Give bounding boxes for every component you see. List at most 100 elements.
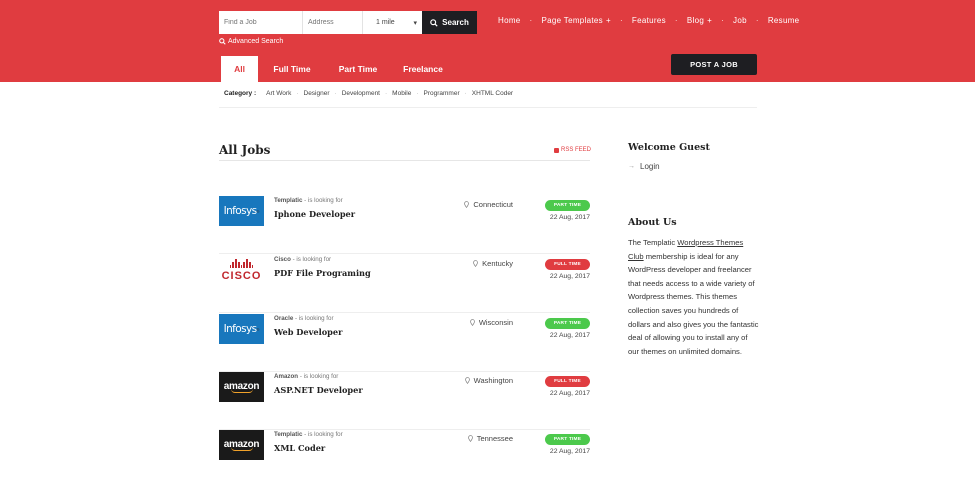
post-a-job-button[interactable]: POST A JOB <box>671 54 757 75</box>
search-icon <box>430 18 438 27</box>
site-header: 1 mile ▾ Search Advanced Search Home · P… <box>0 0 975 82</box>
radius-select[interactable]: 1 mile ▾ <box>363 11 422 34</box>
job-title-link[interactable]: Web Developer <box>274 327 342 337</box>
nav-features[interactable]: Features <box>632 16 666 25</box>
nav-separator: · <box>721 16 725 25</box>
registered-mark: ® <box>256 326 260 332</box>
map-pin-icon <box>470 319 475 326</box>
category-art-work[interactable]: Art Work <box>266 90 291 97</box>
company-logo[interactable]: amazon <box>219 372 264 402</box>
arrow-right-icon: → <box>628 163 635 170</box>
divider <box>219 160 590 161</box>
about-us-text: The Templatic Wordpress Themes Club memb… <box>628 236 760 358</box>
rss-feed-label: RSS FEED <box>561 147 592 153</box>
login-link[interactable]: → Login <box>628 162 660 171</box>
advanced-search-label: Advanced Search <box>228 38 284 45</box>
posted-date: 22 Aug, 2017 <box>549 390 590 397</box>
login-label: Login <box>640 162 660 171</box>
nav-blog[interactable]: Blog + <box>687 16 712 25</box>
tab-part-time[interactable]: Part Time <box>326 56 390 82</box>
search-button[interactable]: Search <box>422 11 477 34</box>
job-listing: amazon Templatic - is looking for XML Co… <box>219 430 590 486</box>
welcome-heading: Welcome Guest <box>628 142 710 153</box>
company-name: Cisco <box>274 256 291 263</box>
location-text: Wisconsin <box>478 318 513 327</box>
about-us-heading: About Us <box>628 217 677 228</box>
nav-home[interactable]: Home <box>498 16 521 25</box>
category-separator: · <box>296 90 299 97</box>
search-icon <box>219 38 226 45</box>
company-logo[interactable]: Infosys ® <box>219 196 264 226</box>
cisco-bars-icon <box>229 258 254 268</box>
job-title-link[interactable]: XML Coder <box>274 443 325 453</box>
company-logo[interactable]: Infosys ® <box>219 314 264 344</box>
job-listing: Infosys ® Oracle - is looking for Web Dev… <box>219 314 590 372</box>
map-pin-icon <box>473 260 478 267</box>
about-text-body: membership is ideal for any WordPress de… <box>628 251 759 356</box>
company-name: Oracle <box>274 315 294 322</box>
nav-separator: · <box>619 16 623 25</box>
company-line: Templatic - is looking for <box>274 431 343 438</box>
radius-select-value: 1 mile <box>376 19 395 26</box>
job-title-link[interactable]: Iphone Developer <box>274 209 355 219</box>
nav-separator: · <box>529 16 533 25</box>
nav-separator: · <box>755 16 759 25</box>
job-type-badge: FULL TIME <box>545 259 590 270</box>
category-label: Category : <box>224 90 257 97</box>
map-pin-icon <box>464 201 470 208</box>
chevron-down-icon: ▾ <box>413 19 417 27</box>
nav-job[interactable]: Job <box>733 16 747 25</box>
job-type-badge: PART TIME <box>545 318 590 329</box>
job-listing: Infosys ® Templatic - is looking for Ipho… <box>219 196 590 254</box>
category-designer[interactable]: Designer <box>304 90 330 97</box>
category-separator: · <box>416 90 419 97</box>
amazon-smile-icon <box>230 389 253 393</box>
company-line: Amazon - is looking for <box>274 373 338 380</box>
category-filter-bar: Category : Art Work · Designer · Develop… <box>224 90 513 97</box>
category-separator: · <box>464 90 467 97</box>
tab-full-time[interactable]: Full Time <box>258 56 326 82</box>
category-programmer[interactable]: Programmer <box>424 90 460 97</box>
job-listing: CISCO Cisco - is looking for PDF File Pr… <box>219 255 590 313</box>
category-xhtml-coder[interactable]: XHTML Coder <box>472 90 513 97</box>
logo-wordmark: Infosys <box>223 205 257 217</box>
posted-date: 22 Aug, 2017 <box>549 332 590 339</box>
rss-feed-link[interactable]: RSS FEED <box>554 147 591 153</box>
tab-freelance[interactable]: Freelance <box>390 56 456 82</box>
divider <box>219 107 757 108</box>
company-logo[interactable]: amazon <box>219 430 264 460</box>
category-development[interactable]: Development <box>342 90 380 97</box>
job-keyword-input[interactable] <box>219 11 303 34</box>
company-logo[interactable]: CISCO <box>219 255 264 285</box>
company-name: Templatic <box>274 431 303 438</box>
job-title-link[interactable]: ASP.NET Developer <box>274 385 363 395</box>
category-separator: · <box>385 90 388 97</box>
company-line: Oracle - is looking for <box>274 315 334 322</box>
job-type-badge: PART TIME <box>545 200 590 211</box>
map-pin-icon <box>464 377 470 384</box>
company-name: Amazon <box>274 373 299 380</box>
address-input[interactable] <box>303 11 363 34</box>
location-text: Connecticut <box>473 200 513 209</box>
category-mobile[interactable]: Mobile <box>392 90 411 97</box>
looking-for-text: - is looking for <box>304 197 343 204</box>
job-location: Washington <box>464 376 513 385</box>
looking-for-text: - is looking for <box>292 256 332 263</box>
posted-date: 22 Aug, 2017 <box>549 448 590 455</box>
job-title-link[interactable]: PDF File Programing <box>274 268 371 278</box>
registered-mark: ® <box>256 208 260 214</box>
posted-date: 22 Aug, 2017 <box>549 214 590 221</box>
advanced-search-link[interactable]: Advanced Search <box>219 38 283 45</box>
nav-page-templates[interactable]: Page Templates + <box>542 16 611 25</box>
tab-all[interactable]: All <box>221 56 258 82</box>
location-text: Tennessee <box>476 434 513 443</box>
job-location: Wisconsin <box>470 318 513 327</box>
nav-blog-label: Blog <box>686 16 705 25</box>
nav-page-templates-label: Page Templates <box>541 16 603 25</box>
nav-resume[interactable]: Resume <box>768 16 800 25</box>
job-listing: amazon Amazon - is looking for ASP.NET D… <box>219 372 590 430</box>
company-line: Cisco - is looking for <box>274 256 331 263</box>
category-separator: · <box>334 90 337 97</box>
amazon-smile-icon <box>230 447 253 451</box>
all-jobs-heading: All Jobs <box>219 143 271 157</box>
